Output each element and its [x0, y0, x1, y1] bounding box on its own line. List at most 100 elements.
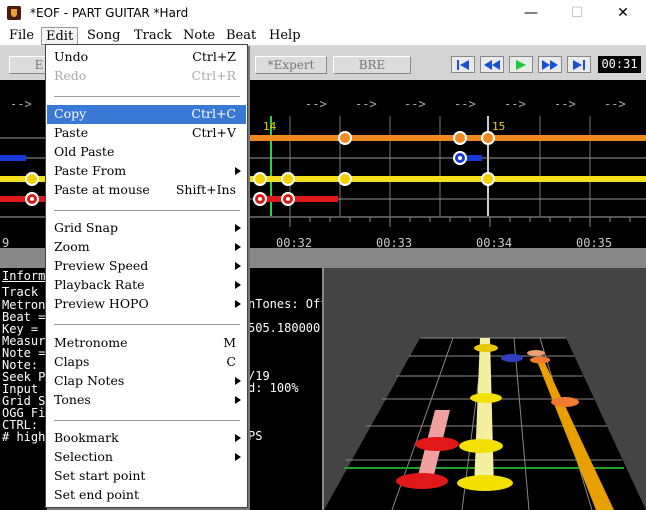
menu-item-set-start-point[interactable]: Set start point — [47, 467, 246, 486]
beat-arrow: --> — [554, 97, 576, 111]
menu-item-playback-rate[interactable]: Playback Rate — [47, 276, 246, 295]
menu-item-copy[interactable]: Copy Ctrl+C — [47, 105, 246, 124]
menu-item-preview-hopo[interactable]: Preview HOPO — [47, 295, 246, 314]
menu-help[interactable]: Help — [265, 27, 305, 45]
time-label: 00:34 — [476, 236, 512, 248]
info-fps-value: PS — [248, 429, 263, 443]
menu-item-zoom[interactable]: Zoom — [47, 238, 246, 257]
3d-preview — [322, 268, 646, 510]
menu-separator — [54, 324, 240, 326]
menu-item-selection[interactable]: Selection — [47, 448, 246, 467]
menu-item-old-paste[interactable]: Old Paste — [47, 143, 246, 162]
menu-item-shortcut: Ctrl+Z — [192, 49, 236, 64]
submenu-arrow-icon — [235, 434, 241, 442]
time-label: 00:32 — [276, 236, 312, 248]
beat-number: 14 — [263, 120, 277, 133]
menu-item-shortcut: Ctrl+C — [191, 106, 236, 121]
menu-item-label: Clap Notes — [54, 373, 125, 388]
menu-item-label: Set start point — [54, 468, 146, 483]
seek-end-button[interactable] — [567, 56, 591, 73]
info-line: # high — [2, 430, 46, 444]
submenu-arrow-icon — [235, 453, 241, 461]
fast-forward-icon — [542, 59, 558, 70]
beat-arrow: --> — [454, 97, 476, 111]
menu-item-grid-snap[interactable]: Grid Snap — [47, 219, 246, 238]
rewind-icon — [484, 59, 500, 70]
menu-item-label: Tones — [54, 392, 91, 407]
menu-item-tones[interactable]: Tones — [47, 391, 246, 410]
menu-item-shortcut: Ctrl+R — [191, 68, 236, 83]
menu-song[interactable]: Song — [83, 27, 124, 45]
submenu-arrow-icon — [235, 243, 241, 251]
beat-arrow: --> — [404, 97, 426, 111]
menu-item-metronome[interactable]: Metronome M — [47, 334, 246, 353]
menu-beat[interactable]: Beat — [222, 27, 260, 45]
info-value: 505.180000 — [248, 321, 321, 335]
skip-to-start-icon — [457, 59, 469, 70]
menu-item-label: Paste at mouse — [54, 182, 150, 197]
skip-to-end-icon — [573, 59, 585, 70]
menu-item-paste-at-mouse[interactable]: Paste at mouse Shift+Ins — [47, 181, 246, 200]
menu-separator — [54, 420, 240, 422]
submenu-arrow-icon — [235, 281, 241, 289]
menu-item-set-end-point[interactable]: Set end point — [47, 486, 246, 505]
menu-item-label: Old Paste — [54, 144, 115, 159]
menu-item-paste-from[interactable]: Paste From — [47, 162, 246, 181]
beat-arrow: --> — [355, 97, 377, 111]
menu-bar: File Edit Song Track Note Beat Help — [0, 26, 646, 46]
menu-item-label: Preview Speed — [54, 258, 149, 273]
play-button[interactable] — [509, 56, 533, 73]
info-tones-value: nTones: Off — [248, 297, 328, 311]
beat-arrow: --> — [10, 97, 32, 111]
beat-arrow: --> — [604, 97, 626, 111]
minimize-button[interactable]: — — [508, 0, 554, 26]
submenu-arrow-icon — [235, 224, 241, 232]
menu-item-label: Grid Snap — [54, 220, 119, 235]
info-line: Track — [2, 285, 39, 299]
menu-item-label: Paste — [54, 125, 89, 140]
rewind-button[interactable] — [480, 56, 504, 73]
beat-arrow: --> — [504, 97, 526, 111]
menu-separator — [54, 96, 240, 98]
menu-track[interactable]: Track — [130, 27, 176, 45]
window-title: *EOF - PART GUITAR *Hard — [30, 6, 189, 20]
close-button[interactable]: ✕ — [600, 0, 646, 26]
beat-arrow: --> — [305, 97, 327, 111]
menu-item-label: Preview HOPO — [54, 296, 149, 311]
menu-item-redo[interactable]: Redo Ctrl+R — [47, 67, 246, 86]
edit-menu: Undo Ctrl+Z Redo Ctrl+R Copy Ctrl+C Past… — [45, 44, 248, 508]
menu-item-clap-notes[interactable]: Clap Notes — [47, 372, 246, 391]
menu-item-label: Claps — [54, 354, 90, 369]
menu-item-label: Zoom — [54, 239, 90, 254]
fast-forward-button[interactable] — [538, 56, 562, 73]
play-icon — [516, 59, 526, 70]
tab-expert[interactable]: *Expert — [255, 56, 327, 74]
info-speed-value: d: 100% — [248, 381, 299, 395]
menu-file[interactable]: File — [5, 27, 38, 45]
time-label: 00:33 — [376, 236, 412, 248]
submenu-arrow-icon — [235, 396, 241, 404]
menu-item-label: Metronome — [54, 335, 128, 350]
menu-item-claps[interactable]: Claps C — [47, 353, 246, 372]
time-label: 9 — [2, 236, 9, 248]
3d-highway — [324, 337, 646, 510]
menu-item-label: Playback Rate — [54, 277, 145, 292]
menu-item-shortcut: Shift+Ins — [175, 182, 236, 197]
app-icon — [7, 6, 21, 20]
menu-item-paste[interactable]: Paste Ctrl+V — [47, 124, 246, 143]
menu-item-label: Redo — [54, 68, 87, 83]
menu-item-label: Copy — [54, 106, 87, 121]
menu-note[interactable]: Note — [179, 27, 219, 45]
maximize-icon: ☐ — [570, 5, 584, 21]
time-label: 00:35 — [576, 236, 612, 248]
menu-item-bookmark[interactable]: Bookmark — [47, 429, 246, 448]
menu-item-preview-speed[interactable]: Preview Speed — [47, 257, 246, 276]
maximize-button[interactable]: ☐ — [554, 0, 600, 26]
submenu-arrow-icon — [235, 377, 241, 385]
menu-edit[interactable]: Edit — [41, 27, 79, 45]
menu-item-undo[interactable]: Undo Ctrl+Z — [47, 48, 246, 67]
tab-bre[interactable]: BRE — [333, 56, 411, 74]
seek-start-button[interactable] — [451, 56, 475, 73]
minimize-icon: — — [524, 5, 538, 21]
menu-separator — [54, 210, 240, 212]
